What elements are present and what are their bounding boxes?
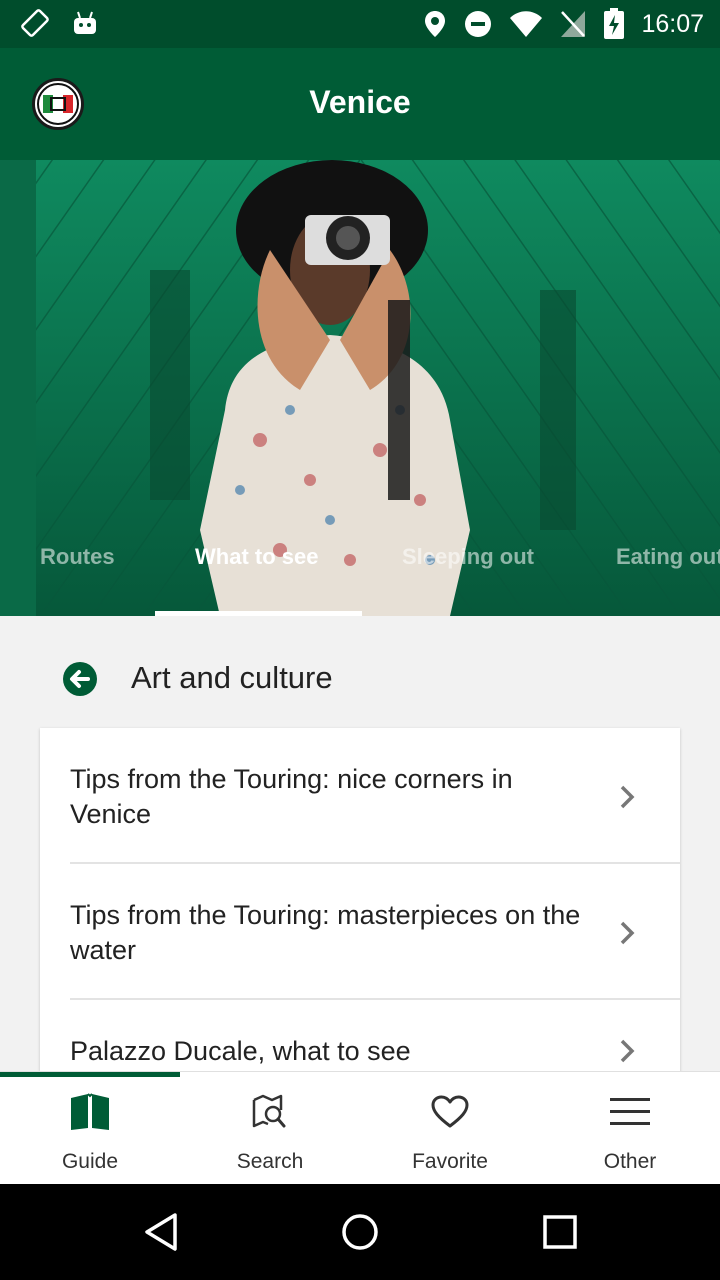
tab-routes[interactable]: Routes xyxy=(40,544,115,570)
category-tabs: Routes What to see Sleeping out Eating o… xyxy=(0,532,720,616)
nav-guide[interactable]: Guide xyxy=(0,1072,180,1185)
android-icon xyxy=(72,10,98,36)
chevron-right-icon xyxy=(620,921,635,945)
map-search-icon xyxy=(252,1094,286,1128)
chevron-right-icon xyxy=(620,785,635,809)
tab-what-to-see[interactable]: What to see xyxy=(195,544,318,570)
menu-icon xyxy=(610,1098,650,1125)
book-icon xyxy=(71,1093,109,1130)
list-item-title: Palazzo Ducale, what to see xyxy=(70,1036,411,1066)
home-circle-icon[interactable] xyxy=(341,1212,379,1252)
screen-rotation-icon xyxy=(20,8,50,38)
nav-other[interactable]: Other xyxy=(540,1072,720,1185)
list-item[interactable]: Tips from the Touring: nice corners in V… xyxy=(40,728,680,863)
status-bar: 16:07 xyxy=(0,0,720,48)
section-header: Art and culture xyxy=(0,616,720,728)
recents-square-icon[interactable] xyxy=(542,1212,578,1252)
page-title: Venice xyxy=(309,84,411,120)
nav-favorite[interactable]: Favorite xyxy=(360,1072,540,1185)
location-icon xyxy=(423,9,447,39)
tab-sleeping-out[interactable]: Sleeping out xyxy=(402,544,534,570)
arrow-left-icon xyxy=(70,670,90,688)
nav-label: Other xyxy=(603,1150,657,1173)
nav-label: Guide xyxy=(61,1150,119,1173)
no-sim-icon xyxy=(559,9,587,39)
back-triangle-icon[interactable] xyxy=(143,1212,179,1252)
do-not-disturb-icon xyxy=(463,9,493,39)
list-item[interactable]: Tips from the Touring: masterpieces on t… xyxy=(40,864,680,999)
hero-banner: Routes What to see Sleeping out Eating o… xyxy=(0,160,720,616)
nav-label: Search xyxy=(236,1150,304,1173)
list-item-title: Tips from the Touring: masterpieces on t… xyxy=(70,900,581,965)
clock: 16:07 xyxy=(641,9,704,38)
nav-search[interactable]: Search xyxy=(180,1072,360,1185)
bottom-navigation: Guide Search Favorite Other xyxy=(0,1071,720,1184)
app-bar: Venice xyxy=(0,48,720,160)
chevron-right-icon xyxy=(620,1039,635,1063)
section-title: Art and culture xyxy=(131,660,333,695)
wifi-icon xyxy=(509,10,543,38)
nav-label: Favorite xyxy=(412,1150,488,1173)
battery-charging-icon xyxy=(603,8,625,40)
tab-eating-out[interactable]: Eating out xyxy=(616,544,720,570)
back-button[interactable] xyxy=(63,662,97,696)
heart-icon xyxy=(431,1095,469,1128)
system-navigation-bar xyxy=(0,1184,720,1280)
list-item-title: Tips from the Touring: nice corners in V… xyxy=(70,764,513,829)
